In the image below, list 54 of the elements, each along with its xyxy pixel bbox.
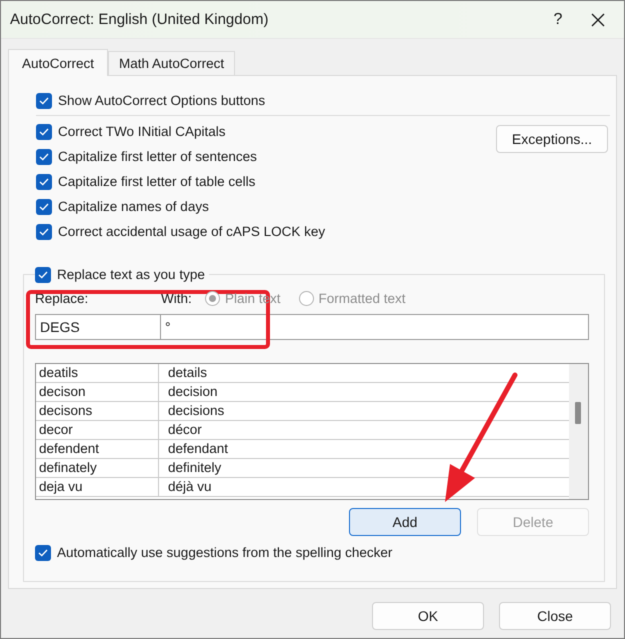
list-cell[interactable]: defendent (36, 440, 159, 458)
list-cell[interactable]: decison (36, 383, 159, 401)
help-button[interactable]: ? (538, 10, 578, 28)
list-cell[interactable]: deja vu (36, 478, 159, 496)
replace-field[interactable]: DEGS (35, 314, 161, 340)
list-cell[interactable]: decision (159, 383, 218, 401)
list-cell[interactable]: definately (36, 459, 159, 477)
option-label: Replace text as you type (57, 267, 205, 282)
option-label: Automatically use suggestions from the spelling checker (57, 545, 392, 560)
checkbox[interactable] (36, 148, 52, 164)
list-cell[interactable]: deatils (36, 364, 159, 382)
list-cell[interactable]: details (159, 364, 208, 382)
checkbox[interactable] (35, 266, 51, 282)
check-icon (39, 152, 49, 160)
option-label: Capitalize first letter of table cells (58, 174, 256, 189)
list-cell[interactable]: defendant (159, 440, 228, 458)
add-button[interactable]: Add (349, 508, 461, 536)
option-label: Capitalize first letter of sentences (58, 149, 257, 164)
list-cell[interactable]: decisons (36, 402, 159, 420)
scrollbar-thumb[interactable] (575, 402, 581, 424)
option-label: Correct TWo INitial CApitals (58, 124, 226, 139)
checkbox[interactable] (36, 124, 52, 140)
field-label: With: (161, 290, 193, 306)
check-icon (39, 178, 49, 186)
option-label: Correct accidental usage of cAPS LOCK key (58, 224, 326, 239)
scrollbar[interactable] (569, 364, 588, 499)
checkbox[interactable] (36, 224, 52, 240)
check-icon (39, 128, 49, 136)
radio-label: Formatted text (318, 290, 406, 306)
checkbox[interactable] (35, 544, 51, 560)
checkbox[interactable] (36, 92, 52, 108)
list-cell[interactable]: decisions (159, 402, 224, 420)
list-cell[interactable]: déjà vu (159, 478, 212, 496)
option-label: Capitalize names of days (58, 199, 209, 214)
checkbox[interactable] (36, 198, 52, 214)
with-field[interactable]: ° (161, 314, 589, 340)
tab[interactable]: AutoCorrect (8, 49, 108, 76)
check-icon (38, 270, 48, 278)
option-label: Show AutoCorrect Options buttons (58, 93, 266, 108)
check-icon (39, 228, 49, 236)
close-icon[interactable] (591, 12, 605, 26)
tab[interactable]: Math AutoCorrect (108, 51, 236, 75)
checkbox[interactable] (36, 174, 52, 190)
list-cell[interactable]: decor (36, 421, 159, 439)
list-cell[interactable]: definitely (159, 459, 222, 477)
check-icon (38, 548, 48, 556)
window-title: AutoCorrect: English (United Kingdom) (9, 11, 270, 28)
exceptions-button[interactable]: Exceptions... (496, 125, 608, 153)
dialog-button[interactable]: OK (372, 602, 484, 630)
check-icon (39, 96, 49, 104)
check-icon (39, 202, 49, 210)
list-cell[interactable]: décor (159, 421, 202, 439)
dialog-button[interactable]: Close (499, 602, 611, 630)
field-label: Replace: (35, 290, 90, 306)
